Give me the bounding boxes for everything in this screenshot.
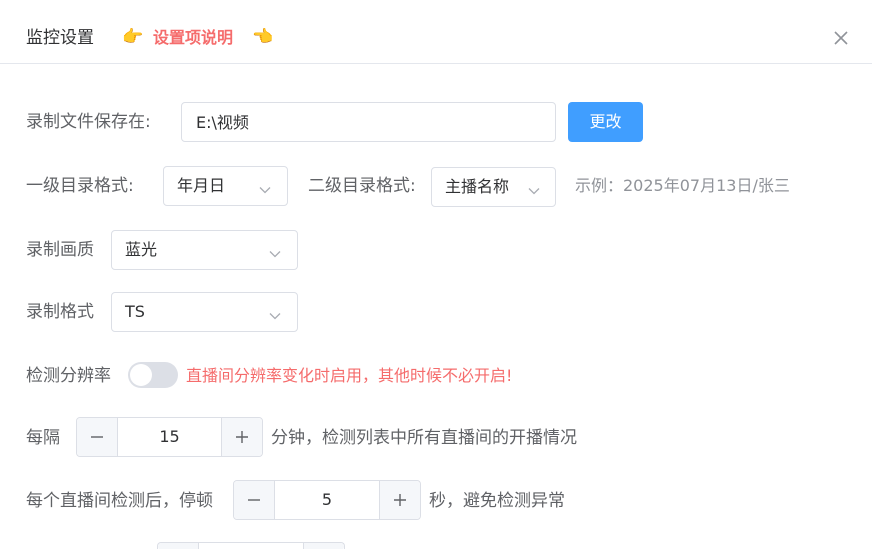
- switch-knob: [130, 364, 152, 386]
- level2-dir-select[interactable]: 主播名称: [431, 167, 556, 207]
- dialog-title: 监控设置: [26, 28, 94, 48]
- interval-label: 每隔: [26, 428, 60, 448]
- level2-dir-label: 二级目录格式:: [308, 176, 416, 196]
- save-path-label: 录制文件保存在:: [26, 112, 151, 132]
- level1-dir-value: 年月日: [177, 176, 226, 195]
- chevron-down-icon: [269, 307, 281, 320]
- format-value: TS: [125, 302, 145, 321]
- next-row-decrease-button[interactable]: [158, 543, 199, 549]
- level1-dir-select[interactable]: 年月日: [163, 166, 288, 206]
- dialog-header: 监控设置 👉 设置项说明 👈: [0, 0, 872, 64]
- interval-stepper[interactable]: 15: [76, 417, 263, 457]
- close-icon[interactable]: [830, 27, 852, 49]
- chevron-down-icon: [269, 245, 281, 258]
- interval-value[interactable]: 15: [118, 418, 221, 456]
- resolution-detect-label: 检测分辨率: [26, 366, 111, 386]
- quality-select[interactable]: 蓝光: [111, 230, 298, 270]
- next-row-stepper-partial[interactable]: [157, 542, 345, 549]
- save-path-field[interactable]: [181, 102, 556, 142]
- resolution-detect-switch[interactable]: [128, 362, 178, 388]
- quality-label: 录制画质: [26, 240, 94, 260]
- pause-stepper[interactable]: 5: [233, 480, 421, 520]
- pause-label: 每个直播间检测后，停顿: [26, 491, 213, 511]
- interval-increase-button[interactable]: [221, 418, 262, 456]
- directory-example-text: 示例：2025年07月13日/张三: [575, 176, 790, 195]
- next-row-increase-button[interactable]: [303, 543, 344, 549]
- interval-suffix: 分钟，检测列表中所有直播间的开播情况: [271, 428, 577, 448]
- change-path-button[interactable]: 更改: [568, 102, 643, 142]
- save-path-input[interactable]: [196, 103, 541, 139]
- format-select[interactable]: TS: [111, 292, 298, 332]
- chevron-down-icon: [259, 181, 271, 194]
- pause-decrease-button[interactable]: [234, 481, 275, 519]
- pointing-left-hand-icon: 👈: [252, 27, 274, 47]
- settings-help-link[interactable]: 设置项说明: [153, 27, 233, 49]
- pause-suffix: 秒，避免检测异常: [429, 491, 565, 511]
- level2-dir-value: 主播名称: [445, 177, 510, 196]
- pause-value[interactable]: 5: [275, 481, 379, 519]
- interval-decrease-button[interactable]: [77, 418, 118, 456]
- format-label: 录制格式: [26, 302, 94, 322]
- quality-value: 蓝光: [125, 240, 158, 259]
- pointing-right-hand-icon: 👉: [122, 27, 144, 47]
- pause-increase-button[interactable]: [379, 481, 420, 519]
- level1-dir-label: 一级目录格式:: [26, 176, 134, 196]
- chevron-down-icon: [528, 182, 540, 195]
- resolution-detect-warning: 直播间分辨率变化时启用，其他时候不必开启!: [186, 366, 513, 385]
